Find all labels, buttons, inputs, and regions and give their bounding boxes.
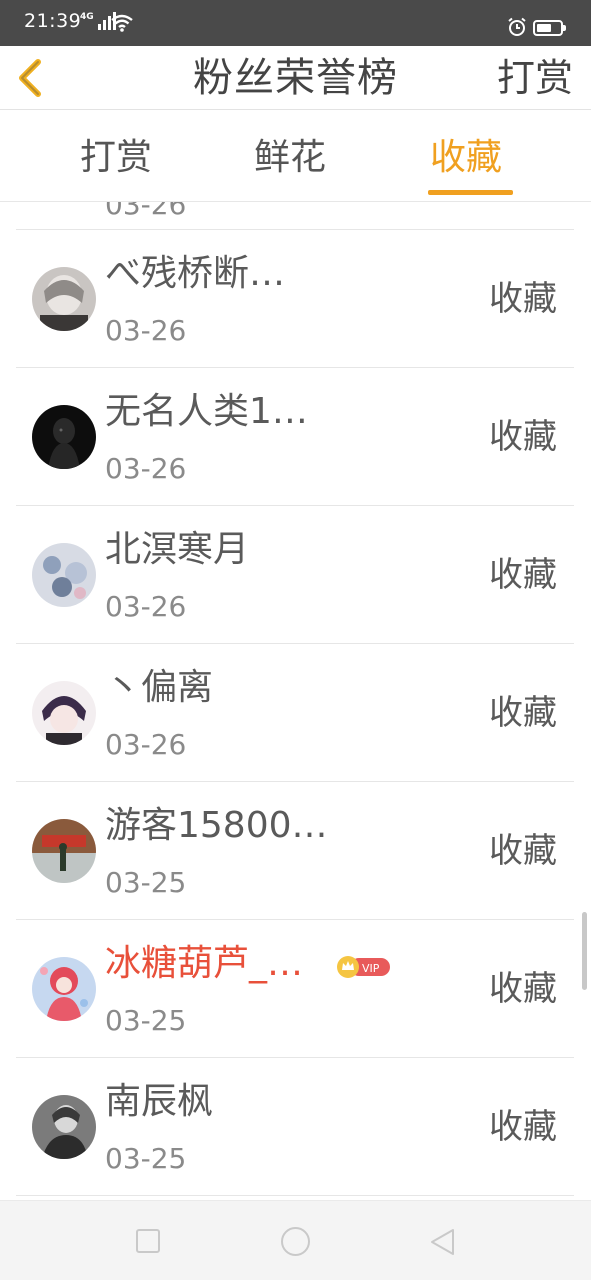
list-item[interactable]: 游客15800… 03-25 收藏 [16,781,574,919]
battery-icon [533,20,566,36]
system-nav-bar [0,1200,591,1280]
active-tab-indicator [428,190,513,195]
scrollbar[interactable] [582,912,587,990]
item-date: 03-26 [105,728,187,761]
favorite-action-label: 收藏 [489,1107,557,1147]
tab-bar: 打赏 鲜花 收藏 [0,110,591,202]
tab-favorites[interactable]: 收藏 [430,136,502,180]
user-name: べ残桥断… [105,253,286,294]
favorite-action-label: 收藏 [489,417,557,457]
header: 粉丝荣誉榜 打赏 [0,46,591,110]
favorite-action-label: 收藏 [489,969,557,1009]
avatar[interactable] [32,267,96,331]
favorite-action-label: 收藏 [489,279,557,319]
item-date: 03-25 [105,1142,187,1175]
reward-button[interactable]: 打赏 [497,54,573,102]
user-name: 无名人类1… [105,391,308,432]
back-triangle-icon[interactable] [428,1227,456,1257]
avatar[interactable] [32,681,96,745]
user-name: 游客15800… [105,805,328,846]
item-date: 03-26 [105,590,187,623]
user-name: 丶偏离 [105,667,214,708]
item-date: 03-25 [105,1004,187,1037]
list-item[interactable]: 无名人类1… 03-26 收藏 [16,367,574,505]
item-date: 03-26 [105,452,187,485]
vip-badge-text: VIP [362,962,380,975]
list-item[interactable]: 南辰枫 03-25 收藏 [16,1057,574,1195]
wifi-icon [111,14,133,32]
user-name: 北溟寒月 [105,529,250,570]
item-date: 03-25 [105,866,187,899]
partial-item-date: 03-26 [105,202,187,221]
tab-reward[interactable]: 打赏 [80,136,152,180]
avatar[interactable] [32,957,96,1021]
favorite-action-label: 收藏 [489,693,557,733]
vip-badge-icon: VIP [337,956,390,978]
user-name: 冰糖葫芦_… [105,943,304,984]
list-item[interactable]: 冰糖葫芦_… VIP 03-25 收藏 [16,919,574,1057]
list-item[interactable]: 北溟寒月 03-26 收藏 [16,505,574,643]
item-date: 03-26 [105,314,187,347]
alarm-icon [508,17,526,36]
favorite-action-label: 收藏 [489,555,557,595]
tab-flowers[interactable]: 鲜花 [254,136,326,180]
list-item[interactable]: べ残桥断… 03-26 收藏 [16,229,574,367]
fan-list[interactable]: 03-26 べ残桥断… 03-26 收藏 无名人类1… 03-26 收藏 北溟寒… [0,202,591,1200]
user-name: 南辰枫 [105,1081,214,1122]
home-icon[interactable] [281,1227,310,1256]
status-time: 21:39 [24,10,82,32]
avatar[interactable] [32,543,96,607]
network-type: 4G [80,12,94,22]
avatar[interactable] [32,819,96,883]
status-bar: 21:39 4G [0,0,591,46]
recent-apps-icon[interactable] [136,1229,160,1253]
avatar[interactable] [32,1095,96,1159]
avatar[interactable] [32,405,96,469]
list-item[interactable]: 丶偏离 03-26 收藏 [16,643,574,781]
favorite-action-label: 收藏 [489,831,557,871]
